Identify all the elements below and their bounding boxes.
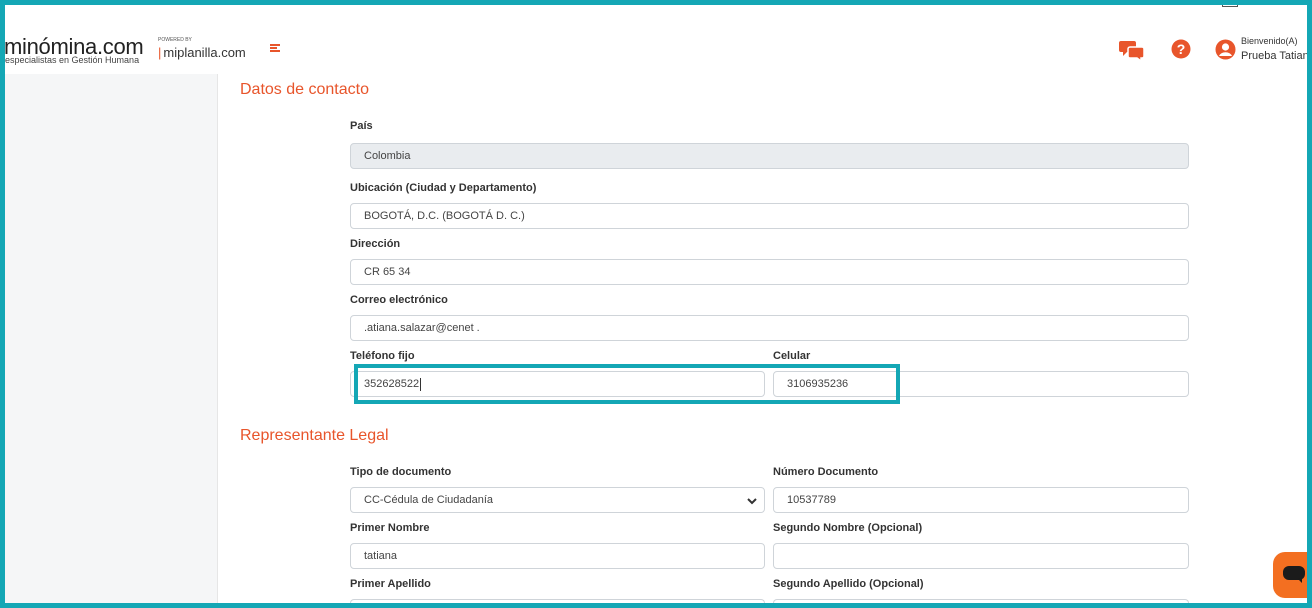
mobile-field[interactable]: 3106935236 — [773, 371, 1189, 397]
sidebar — [5, 74, 218, 608]
first-name-label: Primer Nombre — [350, 522, 430, 534]
second-lastname-label: Segundo Apellido (Opcional) — [773, 578, 924, 590]
window-corner-fragment — [1222, 0, 1238, 7]
country-field: Colombia — [350, 143, 1189, 169]
phone-value: 352628522 — [364, 378, 420, 390]
phone-label: Teléfono fijo — [350, 350, 415, 362]
first-name-field[interactable]: tatiana — [350, 543, 765, 569]
menu-icon[interactable] — [270, 44, 280, 54]
second-name-field[interactable] — [773, 543, 1189, 569]
email-field[interactable]: .atiana.salazar@cenet . — [350, 315, 1189, 341]
welcome-label: Bienvenido(A) — [1241, 36, 1298, 46]
chevron-down-icon — [747, 498, 757, 505]
doc-type-label: Tipo de documento — [350, 466, 452, 478]
second-name-label: Segundo Nombre (Opcional) — [773, 522, 923, 534]
svg-text:?: ? — [1177, 41, 1186, 57]
doc-number-field[interactable]: 10537789 — [773, 487, 1189, 513]
doc-number-label: Número Documento — [773, 466, 879, 478]
powered-by-label: POWERED BY — [158, 37, 192, 43]
address-label: Dirección — [350, 238, 401, 250]
chat-icon[interactable] — [1119, 38, 1145, 63]
help-icon[interactable]: ? — [1171, 39, 1195, 63]
doc-type-select[interactable]: CC-Cédula de Ciudadanía — [350, 487, 765, 513]
second-lastname-field[interactable] — [773, 599, 1189, 608]
location-label: Ubicación (Ciudad y Departamento) — [350, 182, 537, 194]
email-label: Correo electrónico — [350, 294, 448, 306]
powered-brand-text: miplanilla.com — [163, 45, 246, 60]
chat-widget-button[interactable] — [1273, 552, 1312, 598]
user-name[interactable]: Prueba Tatiana — [1241, 50, 1312, 62]
top-bar: minómina.com especialistas en Gestión Hu… — [0, 0, 1312, 74]
legal-section-title: Representante Legal — [240, 427, 389, 444]
contact-section-title: Datos de contacto — [240, 81, 369, 98]
powered-brand: | miplanilla.com — [158, 45, 246, 60]
phone-field[interactable]: 352628522 — [350, 371, 765, 397]
doc-type-value: CC-Cédula de Ciudadanía — [364, 494, 494, 506]
logo-tagline: especialistas en Gestión Humana — [5, 55, 140, 65]
country-label: País — [350, 120, 373, 132]
location-field[interactable]: BOGOTÁ, D.C. (BOGOTÁ D. C.) — [350, 203, 1189, 229]
first-lastname-field[interactable] — [350, 599, 765, 608]
first-lastname-label: Primer Apellido — [350, 578, 431, 590]
mobile-label: Celular — [773, 350, 811, 362]
address-field[interactable]: CR 65 34 — [350, 259, 1189, 285]
chat-bubble-icon — [1283, 566, 1305, 583]
text-caret — [420, 377, 422, 391]
user-icon[interactable] — [1215, 39, 1239, 63]
